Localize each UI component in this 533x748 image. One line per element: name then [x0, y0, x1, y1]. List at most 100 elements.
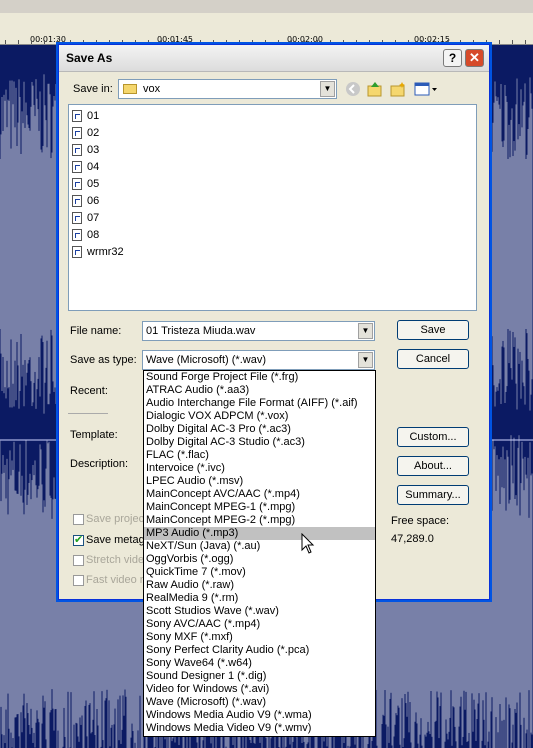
up-folder-icon[interactable]: [367, 81, 383, 97]
save-as-type-dropdown-list[interactable]: Sound Forge Project File (*.frg) ATRAC Au…: [143, 370, 376, 737]
audio-file-icon: [72, 161, 82, 173]
custom-button[interactable]: Custom...: [397, 427, 469, 447]
free-space-value: 47,289.0: [391, 533, 434, 545]
file-name: 02: [87, 127, 100, 139]
ruler-tick: 00:01:30: [30, 35, 66, 44]
save-in-label: Save in:: [73, 83, 113, 95]
cancel-button[interactable]: Cancel: [397, 349, 469, 369]
dropdown-option[interactable]: ATRAC Audio (*.aa3): [144, 384, 375, 397]
checkmark-icon: ✔: [74, 534, 84, 546]
dropdown-option[interactable]: QuickTime 7 (*.mov): [144, 566, 375, 579]
view-menu-icon[interactable]: [414, 81, 438, 97]
file-name: 08: [87, 229, 100, 241]
recent-label: Recent:: [70, 385, 108, 397]
description-label: Description:: [70, 458, 129, 470]
dropdown-option[interactable]: Video for Windows (*.avi): [144, 683, 375, 696]
dropdown-option[interactable]: Raw Audio (*.raw): [144, 579, 375, 592]
stretch-video-checkbox[interactable]: [73, 555, 84, 566]
file-list-item[interactable]: 07: [72, 210, 99, 226]
mouse-cursor-icon: [301, 533, 315, 554]
file-list-item[interactable]: 04: [72, 159, 99, 175]
file-list-item[interactable]: 06: [72, 193, 99, 209]
dropdown-option[interactable]: Sony Perfect Clarity Audio (*.pca): [144, 644, 375, 657]
chevron-down-icon[interactable]: ▼: [358, 323, 373, 339]
file-name: 01: [87, 110, 100, 122]
dialog-title: Save As: [66, 51, 113, 65]
free-space-label: Free space:: [391, 515, 450, 527]
dropdown-option[interactable]: Windows Media Video V9 (*.wmv): [144, 722, 375, 735]
close-button[interactable]: ✕: [465, 49, 484, 67]
file-name: 06: [87, 195, 100, 207]
new-folder-icon[interactable]: [390, 81, 406, 97]
help-button[interactable]: ?: [443, 49, 462, 67]
dropdown-option[interactable]: Scott Studios Wave (*.wav): [144, 605, 375, 618]
back-icon[interactable]: [345, 81, 361, 97]
template-label: Template:: [70, 429, 118, 441]
save-project-checkbox[interactable]: [73, 514, 84, 525]
file-list-item[interactable]: 01: [72, 108, 99, 124]
chevron-down-icon[interactable]: ▼: [358, 352, 373, 368]
save-project-label: Save projec: [86, 513, 145, 525]
dropdown-option[interactable]: Sony Wave64 (*.w64): [144, 657, 375, 670]
save-button[interactable]: Save: [397, 320, 469, 340]
chevron-down-icon[interactable]: ▼: [320, 81, 335, 97]
dropdown-option[interactable]: LPEC Audio (*.msv): [144, 475, 375, 488]
dropdown-option[interactable]: RealMedia 9 (*.rm): [144, 592, 375, 605]
save-as-type-combo[interactable]: Wave (Microsoft) (*.wav) ▼: [142, 350, 375, 370]
dropdown-option[interactable]: Intervoice (*.ivc): [144, 462, 375, 475]
fast-video-label: Fast video r: [86, 574, 144, 586]
dropdown-option[interactable]: MP3 Audio (*.mp3): [144, 527, 375, 540]
dropdown-option[interactable]: Sound Designer 1 (*.dig): [144, 670, 375, 683]
dropdown-option[interactable]: Dolby Digital AC-3 Studio (*.ac3): [144, 436, 375, 449]
timeline-ruler[interactable]: 00:01:30 00:01:45 00:02:00 00:02:15: [0, 0, 533, 45]
divider: [68, 413, 108, 414]
file-list-item[interactable]: 02: [72, 125, 99, 141]
dropdown-option[interactable]: MainConcept MPEG-2 (*.mpg): [144, 514, 375, 527]
file-name: 04: [87, 161, 100, 173]
dropdown-option[interactable]: NeXT/Sun (Java) (*.au): [144, 540, 375, 553]
question-icon: ?: [448, 51, 457, 65]
save-metadata-checkbox[interactable]: ✔: [73, 534, 84, 546]
dropdown-option[interactable]: Dialogic VOX ADPCM (*.vox): [144, 410, 375, 423]
dropdown-option[interactable]: Dolby Digital AC-3 Pro (*.ac3): [144, 423, 375, 436]
file-list-item[interactable]: 05: [72, 176, 99, 192]
stretch-video-label: Stretch vide: [86, 554, 145, 566]
file-name-combo[interactable]: 01 Tristeza Miuda.wav ▼: [142, 321, 375, 341]
save-as-type-value: Wave (Microsoft) (*.wav): [146, 354, 266, 366]
folder-icon: [123, 84, 137, 94]
audio-file-icon: [72, 195, 82, 207]
dropdown-option[interactable]: MainConcept AVC/AAC (*.mp4): [144, 488, 375, 501]
dialog-titlebar[interactable]: Save As ? ✕: [59, 45, 489, 72]
file-name: 03: [87, 144, 100, 156]
file-name: wrmr32: [87, 246, 124, 258]
dropdown-option[interactable]: FLAC (*.flac): [144, 449, 375, 462]
audio-file-icon: [72, 246, 82, 258]
file-list-item[interactable]: wrmr32: [72, 244, 124, 260]
file-list[interactable]: 01 02 03 04 05 06 07 08 wrmr32: [68, 104, 477, 311]
file-list-item[interactable]: 03: [72, 142, 99, 158]
close-icon: ✕: [469, 50, 480, 65]
dropdown-option[interactable]: Sony AVC/AAC (*.mp4): [144, 618, 375, 631]
audio-file-icon: [72, 110, 82, 122]
about-button[interactable]: About...: [397, 456, 469, 476]
file-name: 07: [87, 212, 100, 224]
dropdown-option[interactable]: Sound Forge Project File (*.frg): [144, 371, 375, 384]
summary-button[interactable]: Summary...: [397, 485, 469, 505]
dropdown-option[interactable]: Wave (Microsoft) (*.wav): [144, 696, 375, 709]
save-metadata-label: Save metag: [86, 534, 145, 546]
dropdown-option[interactable]: MainConcept MPEG-1 (*.mpg): [144, 501, 375, 514]
audio-file-icon: [72, 212, 82, 224]
file-name-label: File name:: [70, 325, 122, 337]
audio-file-icon: [72, 127, 82, 139]
audio-file-icon: [72, 229, 82, 241]
file-name: 05: [87, 178, 100, 190]
save-in-combo[interactable]: vox ▼: [118, 79, 337, 99]
fast-video-checkbox[interactable]: [73, 575, 84, 586]
file-list-item[interactable]: 08: [72, 227, 99, 243]
dropdown-option[interactable]: Audio Interchange File Format (AIFF) (*.…: [144, 397, 375, 410]
audio-file-icon: [72, 178, 82, 190]
ruler-top-bar: [0, 0, 533, 13]
dropdown-option[interactable]: Windows Media Audio V9 (*.wma): [144, 709, 375, 722]
dropdown-option[interactable]: OggVorbis (*.ogg): [144, 553, 375, 566]
dropdown-option[interactable]: Sony MXF (*.mxf): [144, 631, 375, 644]
